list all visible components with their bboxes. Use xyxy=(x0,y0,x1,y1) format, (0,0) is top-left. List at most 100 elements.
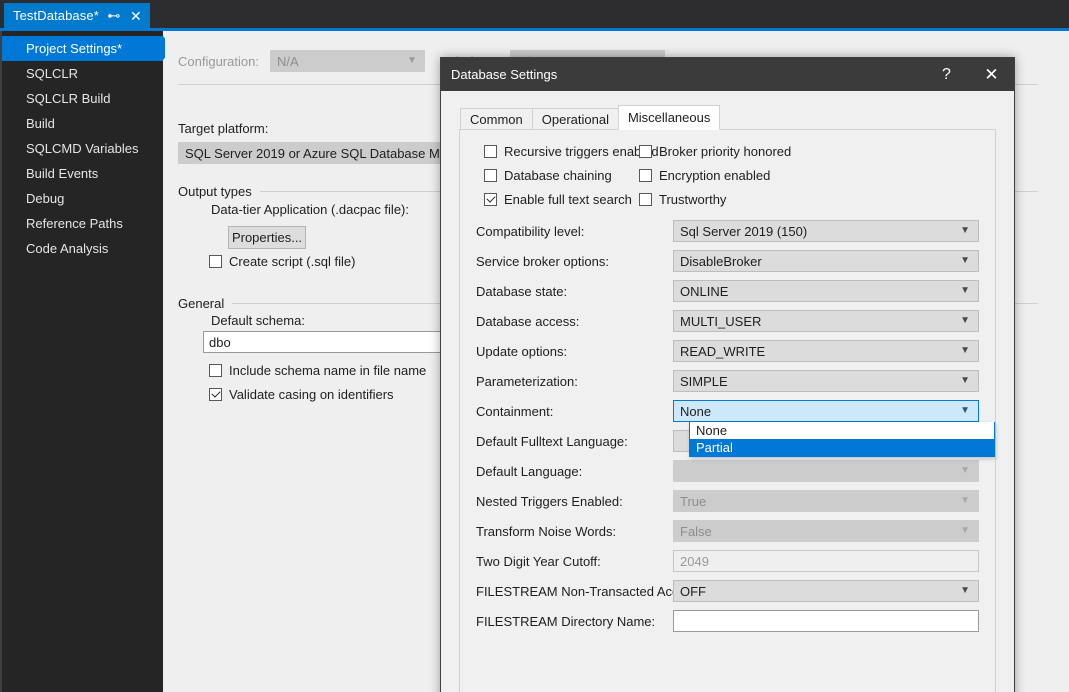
checkbox-label: Database chaining xyxy=(504,168,612,183)
checkbox-row-recursive-triggers-enabled[interactable]: Recursive triggers enabled xyxy=(484,144,659,159)
create-script-label: Create script (.sql file) xyxy=(229,254,356,269)
sidebar-item-reference-paths[interactable]: Reference Paths xyxy=(2,211,163,236)
dialog-tabstrip: Common Operational Miscellaneous xyxy=(459,105,996,130)
validate-casing-label: Validate casing on identifiers xyxy=(229,387,394,402)
sidebar-item-label: Debug xyxy=(26,191,65,206)
configuration-combo[interactable]: N/A ▼ xyxy=(269,50,425,72)
combo-compatibility-level[interactable]: Sql Server 2019 (150) ▼ xyxy=(673,220,979,242)
configuration-value: N/A xyxy=(276,53,299,69)
tab-label: Operational xyxy=(541,112,609,127)
field-row-database-access: Database access: MULTI_USER ▼ xyxy=(476,306,979,336)
tab-operational[interactable]: Operational xyxy=(531,108,619,130)
close-icon[interactable]: ✕ xyxy=(129,8,143,24)
field-label-service-broker-options: Service broker options: xyxy=(476,253,609,269)
sidebar-item-label: SQLCMD Variables xyxy=(26,141,139,156)
default-schema-label: Default schema: xyxy=(211,313,305,328)
checkbox-broker-priority-honored[interactable] xyxy=(639,145,652,158)
chevron-down-icon: ▼ xyxy=(960,375,970,386)
tab-common[interactable]: Common xyxy=(460,108,533,130)
sidebar-item-debug[interactable]: Debug xyxy=(2,186,163,211)
field-label-default-language: Default Language: xyxy=(476,463,583,479)
checkbox-row-encryption-enabled[interactable]: Encryption enabled xyxy=(639,168,770,183)
combo-nested-triggers-enabled: True ▼ xyxy=(673,490,979,512)
combo-parameterization[interactable]: SIMPLE ▼ xyxy=(673,370,979,392)
close-icon[interactable]: ✕ xyxy=(969,58,1014,91)
checkbox-database-chaining[interactable] xyxy=(484,169,497,182)
dropdown-option-none[interactable]: None xyxy=(690,422,994,439)
combo-database-state[interactable]: ONLINE ▼ xyxy=(673,280,979,302)
combo-update-options[interactable]: READ_WRITE ▼ xyxy=(673,340,979,362)
input-filestream-directory-name[interactable] xyxy=(673,610,979,632)
pin-icon[interactable]: ⊷ xyxy=(107,8,121,24)
include-schema-checkbox-row[interactable]: Include schema name in file name xyxy=(209,363,426,378)
field-value: False xyxy=(680,523,712,539)
sidebar-item-label: Reference Paths xyxy=(26,216,123,231)
checkbox-row-broker-priority-honored[interactable]: Broker priority honored xyxy=(639,144,791,159)
configuration-label: Configuration: xyxy=(178,53,259,69)
checkbox-grid: Recursive triggers enabled Broker priorit… xyxy=(476,144,979,216)
field-label-database-state: Database state: xyxy=(476,283,568,299)
chevron-down-icon: ▼ xyxy=(960,285,970,296)
checkbox-row-trustworthy[interactable]: Trustworthy xyxy=(639,192,726,207)
field-label-two-digit-year-cutoff: Two Digit Year Cutoff: xyxy=(476,553,601,569)
field-value: None xyxy=(680,403,712,419)
combo-transform-noise-words: False ▼ xyxy=(673,520,979,542)
validate-casing-checkbox-row[interactable]: Validate casing on identifiers xyxy=(209,387,394,402)
combo-containment[interactable]: None ▼ xyxy=(673,400,979,422)
sidebar-item-label: SQLCLR xyxy=(26,66,79,81)
field-label-transform-noise-words: Transform Noise Words: xyxy=(476,523,617,539)
dropdown-option-partial[interactable]: Partial xyxy=(690,439,994,456)
chevron-down-icon: ▼ xyxy=(960,495,970,506)
checkbox-enable-full-text-search[interactable] xyxy=(484,193,497,206)
target-platform-label: Target platform: xyxy=(178,121,269,136)
checkbox-trustworthy[interactable] xyxy=(639,193,652,206)
field-row-compatibility-level: Compatibility level: Sql Server 2019 (150… xyxy=(476,216,979,246)
validate-casing-checkbox[interactable] xyxy=(209,388,222,401)
checkbox-label: Broker priority honored xyxy=(659,144,792,159)
input-two-digit-year-cutoff: 2049 xyxy=(673,550,979,572)
create-script-checkbox-row[interactable]: Create script (.sql file) xyxy=(209,254,355,269)
sidebar-item-project-settings[interactable]: Project Settings* xyxy=(2,36,173,61)
checkbox-row-enable-full-text-search[interactable]: Enable full text search xyxy=(484,192,632,207)
field-row-transform-noise-words: Transform Noise Words: False ▼ xyxy=(476,516,979,546)
combo-service-broker-options[interactable]: DisableBroker ▼ xyxy=(673,250,979,272)
field-value: DisableBroker xyxy=(680,253,762,269)
sidebar-item-sqlcmd-variables[interactable]: SQLCMD Variables xyxy=(2,136,163,161)
field-value: True xyxy=(680,493,707,509)
sidebar-item-sqlclr-build[interactable]: SQLCLR Build xyxy=(2,86,163,111)
sidebar-item-build-events[interactable]: Build Events xyxy=(2,161,163,186)
combo-database-access[interactable]: MULTI_USER ▼ xyxy=(673,310,979,332)
checkbox-label: Enable full text search xyxy=(504,192,632,207)
field-row-service-broker-options: Service broker options: DisableBroker ▼ xyxy=(476,246,979,276)
dialog-title-bar[interactable]: Database Settings ? ✕ xyxy=(441,58,1014,91)
checkbox-encryption-enabled[interactable] xyxy=(639,169,652,182)
chevron-down-icon: ▼ xyxy=(960,345,970,356)
chevron-down-icon: ▼ xyxy=(960,315,970,326)
field-value: Sql Server 2019 (150) xyxy=(680,223,808,239)
properties-button[interactable]: Properties... xyxy=(228,226,306,249)
sidebar-list: Project Settings* SQLCLR SQLCLR Build Build… xyxy=(2,36,173,261)
field-label-parameterization: Parameterization: xyxy=(476,373,578,389)
chevron-down-icon: ▼ xyxy=(960,525,970,536)
field-row-filestream-directory-name: FILESTREAM Directory Name: xyxy=(476,606,979,636)
tab-label: Common xyxy=(470,112,523,127)
chevron-down-icon: ▼ xyxy=(960,585,970,596)
checkbox-recursive-triggers-enabled[interactable] xyxy=(484,145,497,158)
field-row-two-digit-year-cutoff: Two Digit Year Cutoff: 2049 xyxy=(476,546,979,576)
checkbox-row-database-chaining[interactable]: Database chaining xyxy=(484,168,612,183)
sidebar-item-code-analysis[interactable]: Code Analysis xyxy=(2,236,163,261)
sidebar-item-label: Code Analysis xyxy=(26,241,109,256)
sidebar-item-build[interactable]: Build xyxy=(2,111,163,136)
create-script-checkbox[interactable] xyxy=(209,255,222,268)
vs-title-bar xyxy=(0,0,1069,30)
combo-filestream-non-transacted-access[interactable]: OFF ▼ xyxy=(673,580,979,602)
combo-default-language: ▼ xyxy=(673,460,979,482)
dialog-title: Database Settings xyxy=(451,67,558,82)
document-tab-testdatabase[interactable]: TestDatabase* ⊷ ✕ xyxy=(4,3,150,28)
include-schema-checkbox[interactable] xyxy=(209,364,222,377)
tab-miscellaneous[interactable]: Miscellaneous xyxy=(617,105,721,130)
containment-dropdown-list[interactable]: None Partial xyxy=(689,422,995,457)
help-icon[interactable]: ? xyxy=(924,58,969,91)
field-label-containment: Containment: xyxy=(476,403,554,419)
sidebar-item-sqlclr[interactable]: SQLCLR xyxy=(2,61,163,86)
